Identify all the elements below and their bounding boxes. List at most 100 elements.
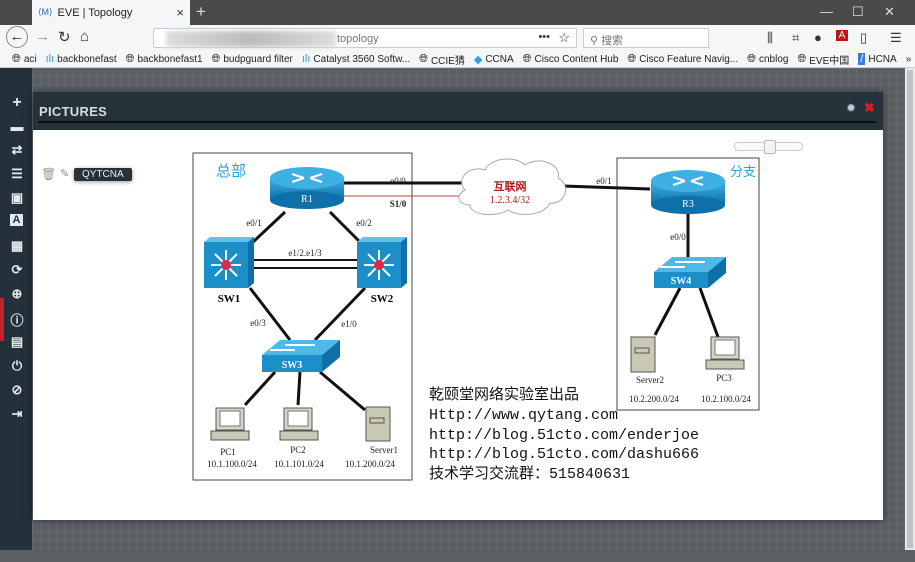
screenshot-icon[interactable]: ⌗ [792,30,799,46]
internet-cloud: 互联网 1.2.3.4/32 [458,158,567,216]
pdf-icon[interactable]: A [836,30,848,41]
globe-icon: 🌐︎ [627,52,637,65]
sw2-label: SW2 [371,293,394,305]
bookmark-item[interactable]: 🌐︎ aci [12,53,37,66]
browser-tab[interactable]: ⟨M⟩ EVE | Topology × [32,0,190,25]
browser-tab-bar: ⟨M⟩ EVE | Topology × + — ☐ ✕ [0,0,915,25]
bookmark-item[interactable]: / HCNA [858,53,897,65]
divider [38,121,876,123]
bookmark-label: HCNA [868,53,897,65]
globe-icon: 🌐︎ [419,52,428,65]
menu-icon[interactable]: ☰ [890,30,902,46]
grid-icon[interactable]: ▦ [8,238,26,254]
page-actions-icon[interactable]: ••• [538,31,550,43]
credit-line: http://blog.51cto.com/enderjoe [429,427,699,444]
networks-icon[interactable]: ⇄ [8,142,26,158]
close-icon[interactable]: ✖ [864,100,875,116]
gear-icon[interactable]: ✹ [846,101,856,115]
navigation-bar: ← → ↻ ⌂ topology ••• ☆ ⚲ 搜索 ⫼ ⌗ ● A ▯ ☰ [0,25,915,51]
bookmark-item[interactable]: ılı Catalyst 3560 Softw... [302,53,410,65]
pc3-label: PC3 [716,373,732,383]
pc1-label: PC1 [220,447,236,457]
bookmark-item[interactable]: 🌐︎ cnblog [747,53,788,66]
bookmarks-overflow-button[interactable]: » [906,54,912,65]
bookmark-label: Catalyst 3560 Softw... [313,53,411,65]
pc2-label: PC2 [290,445,306,455]
chat-icon[interactable]: ● [814,30,822,45]
if-r3-e01: e0/1 [596,176,612,186]
globe-icon: 🌐︎ [211,52,221,65]
back-button[interactable]: ← [6,26,28,48]
link-sw1-sw3 [248,287,292,341]
bookmark-item[interactable]: 🌐︎ budpguard filter [212,53,293,66]
bookmark-label: Cisco Content Hub [534,53,619,65]
bookmark-item[interactable]: 🌐︎ Cisco Content Hub [523,53,619,66]
new-tab-button[interactable]: + [196,2,206,22]
bookmark-label: backbonefast [57,53,117,65]
trash-icon[interactable]: 🗑︎ [41,167,56,181]
credit-line: 技术学习交流群：515840631 [429,464,630,483]
lock-icon[interactable]: ⊘ [8,382,26,398]
bookmark-label: CCIE猜 [430,55,465,67]
if-sw1-e03: e0/3 [250,318,266,328]
reload-button[interactable]: ↻ [58,28,71,46]
pc2-subnet: 10.1.101.0/24 [274,459,324,469]
server1-subnet: 10.1.200.0/24 [345,459,395,469]
maximize-button[interactable]: ☐ [852,4,864,20]
bookmark-label: Cisco Feature Navig... [639,53,739,65]
globe-icon: 🌐︎ [797,52,807,65]
text-icon[interactable]: A [10,214,23,226]
logout-icon[interactable]: ⇥ [8,406,26,422]
bookmark-item[interactable]: ılı backbonefast [46,53,117,65]
pc3-icon [705,336,745,370]
search-placeholder: 搜索 [601,35,624,47]
scrollbar-thumb[interactable] [907,70,913,548]
l3-switch-sw2-icon: SW2 [357,237,407,305]
power-icon[interactable]: ⏻ [8,358,26,374]
bookmark-item[interactable]: 🌐︎ Cisco Feature Navig... [627,53,738,66]
startup-configs-icon[interactable]: ☰ [8,166,26,182]
url-bar[interactable]: topology ••• ☆ [153,28,577,48]
refresh-icon[interactable]: ⟳ [8,262,26,278]
edit-icon[interactable]: ✎ [60,167,69,180]
pc1-icon [210,407,250,441]
home-icon[interactable]: ⌂ [80,28,89,45]
window-close-button[interactable]: ✕ [884,4,895,20]
globe-icon: 🌐︎ [12,52,21,65]
picture-name-tag[interactable]: QYTCNA [74,168,132,181]
bookmark-label: aci [23,53,37,65]
bookmark-item[interactable]: ◆ CCNA [474,53,514,66]
zoom-icon[interactable]: ⊕ [8,286,26,302]
page-scrollbar[interactable] [905,68,915,550]
r1-label: R1 [301,194,313,205]
tab-close-button[interactable]: × [176,5,184,20]
server2-icon [630,336,656,373]
eve-sidebar: + ▬ ⇄ ☰ ▣ A ▦ ⟳ ⊕ ⓘ ▤ ⏻ ⊘ ⇥ [0,68,32,550]
info-icon[interactable]: ⓘ [8,310,26,329]
if-r1-s10: S1/0 [390,199,407,209]
credit-line: Http://www.qytang.com [429,407,618,424]
library-icon[interactable]: ⫼ [767,30,773,46]
bookmark-star-icon[interactable]: ☆ [558,30,570,46]
bookmark-item[interactable]: 🌐︎ CCIE猜 [419,52,465,67]
sw1-label: SW1 [218,293,241,305]
bookmark-item[interactable]: 🌐︎ backbonefast1 [126,53,203,66]
globe-icon: 🌐︎ [125,52,135,65]
globe-icon: 🌐︎ [747,52,756,65]
hq-label: 总部 [216,163,246,180]
add-icon[interactable]: + [8,94,26,112]
url-text: topology [337,33,379,45]
credit-line: http://blog.51cto.com/dashu666 [429,446,699,463]
pictures-icon[interactable]: ▣ [8,190,26,206]
sidebar-toggle-icon[interactable]: ▯ [860,30,867,46]
globe-icon: 🌐︎ [522,52,532,65]
if-r3-e00: e0/0 [670,232,686,242]
storage-icon[interactable]: ▬ [8,119,26,134]
forward-button[interactable]: → [35,28,50,45]
eve-logo-icon: ⟨M⟩ [38,7,53,17]
search-input[interactable]: ⚲ 搜索 [583,28,709,48]
bookmark-item[interactable]: 🌐︎ EVE中国 [797,52,849,67]
minimize-button[interactable]: — [820,4,833,19]
topology-picture: 总部 分支 互联网 1.2.3.4/32 R1 R3 SW1 SW2 SW3 S… [192,152,760,483]
notes-icon[interactable]: ▤ [8,334,26,350]
